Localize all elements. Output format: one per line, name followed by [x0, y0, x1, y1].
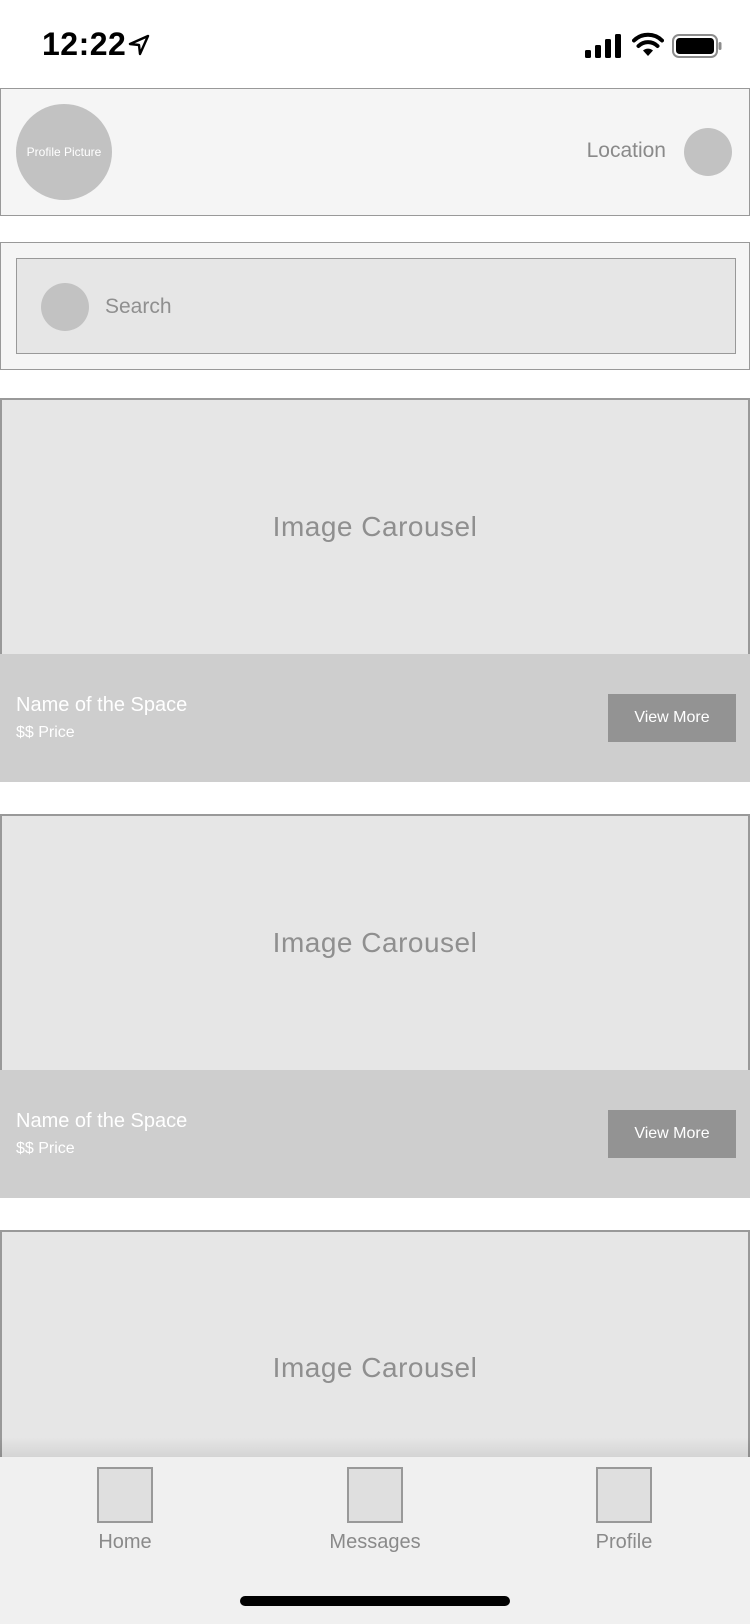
search-icon: [41, 283, 89, 331]
tab-label: Profile: [595, 1531, 653, 1553]
wifi-icon: [632, 32, 664, 56]
space-card: Image Carousel Name of the Space $$ Pric…: [0, 398, 750, 782]
tab-messages[interactable]: Messages: [320, 1467, 430, 1554]
location-icon[interactable]: [684, 128, 732, 176]
messages-icon: [347, 1467, 403, 1523]
space-name: Name of the Space: [16, 1110, 188, 1132]
battery-icon: [672, 34, 722, 58]
search-section: Search: [0, 242, 750, 370]
tab-label: Home: [98, 1531, 152, 1553]
tab-bar-shadow: [0, 1437, 750, 1457]
carousel-label: Image Carousel: [272, 511, 478, 542]
tab-label: Messages: [329, 1531, 421, 1553]
space-price: $$ Price: [16, 724, 75, 741]
location-label[interactable]: Location: [587, 139, 666, 163]
cellular-signal-icon: [585, 34, 621, 58]
location-arrow-icon: [128, 34, 150, 56]
status-bar: 12:22: [0, 0, 750, 88]
view-more-button[interactable]: View More: [608, 1110, 736, 1158]
space-info-bar: Name of the Space $$ Price View More: [0, 1070, 750, 1198]
home-icon: [97, 1467, 153, 1523]
space-card: Image Carousel Name of the Space $$ Pric…: [0, 814, 750, 1198]
space-card: Image Carousel: [0, 1230, 750, 1457]
status-time: 12:22: [42, 26, 127, 62]
view-more-button[interactable]: View More: [608, 694, 736, 742]
tab-profile[interactable]: Profile: [569, 1467, 679, 1554]
image-carousel[interactable]: Image Carousel: [0, 1230, 750, 1457]
profile-picture[interactable]: Profile Picture: [16, 104, 112, 200]
image-carousel[interactable]: Image Carousel: [0, 814, 750, 1070]
home-indicator[interactable]: [240, 1596, 510, 1606]
header-bar: Profile Picture Location: [0, 88, 750, 216]
carousel-label: Image Carousel: [272, 1351, 478, 1383]
search-placeholder: Search: [105, 295, 172, 318]
space-name: Name of the Space: [16, 694, 188, 716]
search-input[interactable]: Search: [16, 258, 736, 354]
space-info-bar: Name of the Space $$ Price View More: [0, 654, 750, 782]
tab-home[interactable]: Home: [70, 1467, 180, 1554]
carousel-label: Image Carousel: [272, 927, 478, 958]
profile-icon: [596, 1467, 652, 1523]
space-price: $$ Price: [16, 1140, 75, 1157]
image-carousel[interactable]: Image Carousel: [0, 398, 750, 654]
